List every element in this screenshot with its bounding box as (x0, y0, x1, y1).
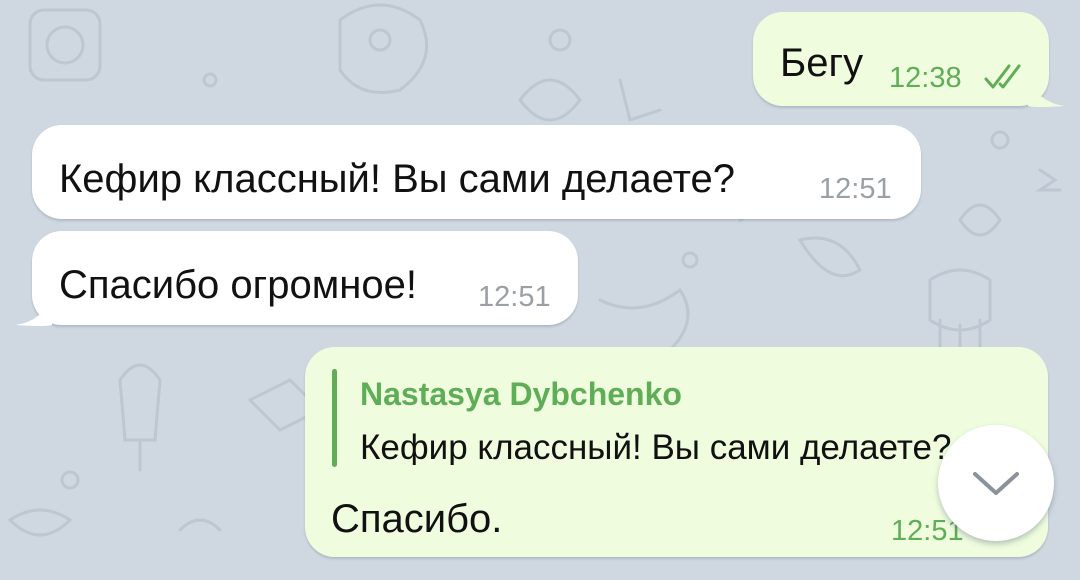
reply-quoted-text[interactable]: Кефир классный! Вы сами делаете? (360, 430, 960, 465)
message-time: 12:51 (819, 173, 892, 205)
message-text: Спасибо огромное! (59, 263, 417, 307)
message-text: Кефир классный! Вы сами делаете? (59, 157, 735, 201)
message-time: 12:51 (478, 281, 551, 313)
message-time: 12:38 (889, 62, 962, 94)
outgoing-message[interactable]: Бегу 12:38 (753, 12, 1049, 106)
double-check-icon (984, 64, 1021, 89)
scroll-to-bottom-button[interactable] (938, 425, 1054, 541)
bubble-tail (1028, 78, 1064, 107)
reply-quote-bar (332, 369, 337, 467)
chevron-down-icon (973, 472, 1019, 495)
message-text: Спасибо. (331, 497, 503, 541)
message-text: Бегу (780, 41, 864, 85)
bubble-tail (16, 297, 52, 326)
reply-author[interactable]: Nastasya Dybchenko (360, 378, 682, 410)
incoming-message[interactable]: Спасибо огромное! 12:51 (32, 231, 578, 325)
incoming-message[interactable]: Кефир классный! Вы сами делаете? 12:51 (32, 125, 921, 219)
outgoing-reply-message[interactable]: Nastasya Dybchenko Кефир классный! Вы са… (305, 347, 1048, 557)
